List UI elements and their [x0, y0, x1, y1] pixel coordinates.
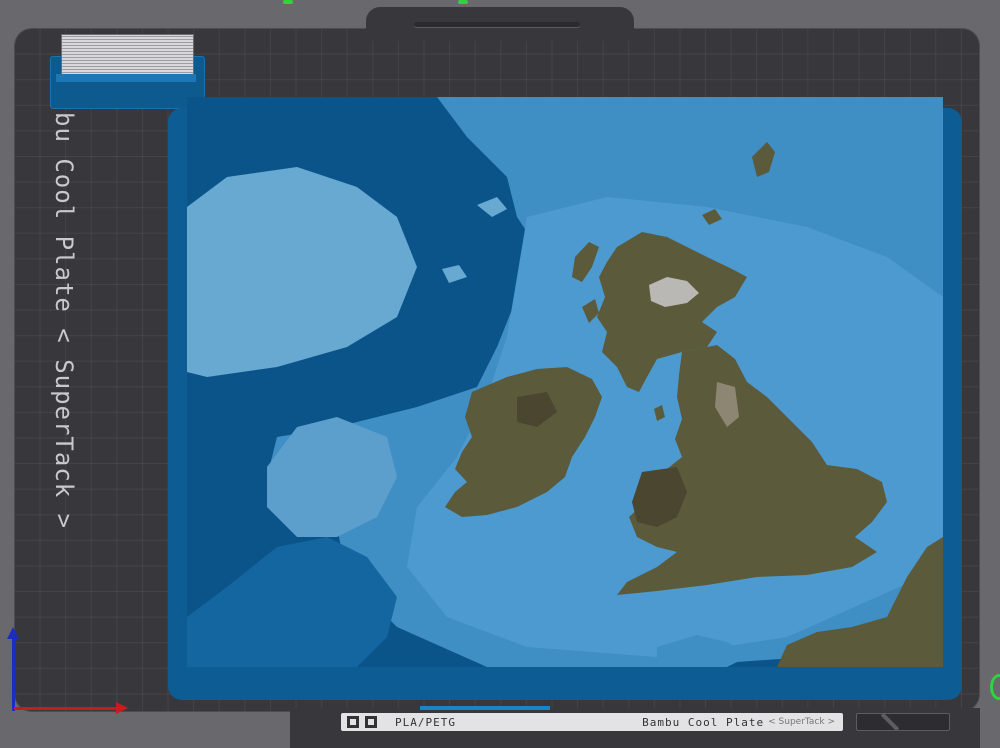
qr-code-icon: [365, 716, 377, 728]
wipe-tower[interactable]: [61, 34, 194, 76]
wipe-tower-lip: [56, 74, 196, 82]
green-marker: [458, 0, 468, 4]
plate-top-slot: [414, 22, 580, 27]
terrain-map-svg: [187, 97, 943, 667]
plate-variant-label: < SuperTack >: [768, 717, 835, 727]
y-axis: [12, 633, 15, 711]
green-marker: [283, 0, 293, 4]
plate-type-label: bu Cool Plate < SuperTack >: [50, 112, 78, 530]
terrain-map-model[interactable]: [187, 97, 943, 667]
plate-name-label: Bambu Cool Plate: [642, 715, 765, 729]
plate-bottom-strip: [420, 706, 550, 710]
plate-corner-marker: [856, 713, 950, 731]
x-axis-arrow-icon: [116, 702, 128, 714]
plate-sticker: PLA/PETG Bambu Cool Plate < SuperTack >: [341, 713, 843, 731]
filament-label: PLA/PETG: [395, 715, 456, 729]
qr-code-icon: [347, 716, 359, 728]
green-handle-icon[interactable]: [990, 674, 1000, 700]
x-axis: [14, 707, 118, 710]
